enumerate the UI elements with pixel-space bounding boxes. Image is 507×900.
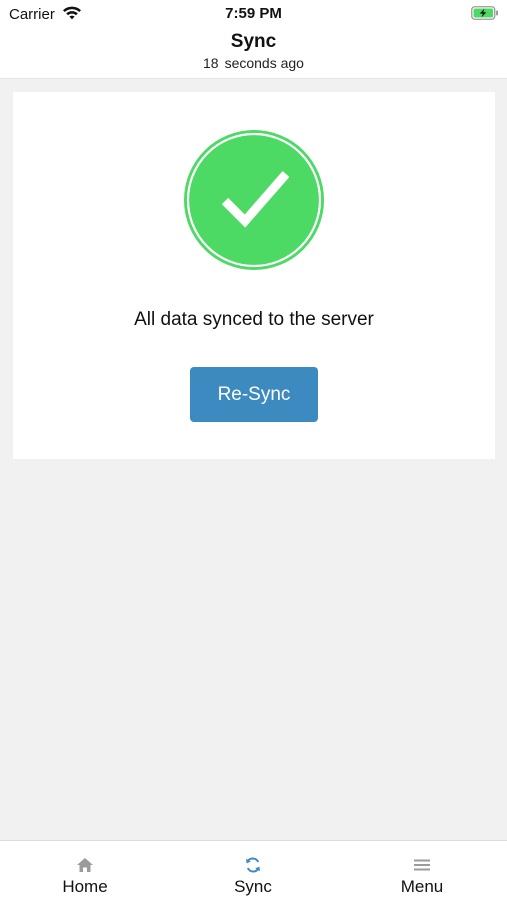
last-sync-seconds: 18 [203,55,219,71]
tab-home-label: Home [62,877,108,896]
tab-menu[interactable]: Menu [362,841,482,900]
battery-charging-icon [471,6,499,25]
tab-home[interactable]: Home [25,841,145,900]
tab-sync-label: Sync [234,877,272,896]
sync-status-card: All data synced to the server Re-Sync [13,92,495,459]
page-title: Sync [230,31,277,52]
resync-button[interactable]: Re-Sync [190,367,318,422]
home-icon [76,856,94,874]
last-sync-unit: seconds ago [224,55,304,71]
checkmark-circle-icon [183,129,325,271]
hamburger-menu-icon [413,856,431,874]
sync-screen: Carrier 7:59 PM Sync 18 seconds ago All … [0,0,507,900]
tab-bar: Home Sync Menu [0,840,507,900]
last-sync-subtitle: 18 seconds ago [0,55,507,71]
sync-icon [244,856,262,874]
status-bar: Carrier 7:59 PM [0,0,507,28]
tab-menu-label: Menu [400,877,444,896]
sync-status-message: All data synced to the server [134,309,374,330]
status-time: 7:59 PM [225,5,282,22]
nav-header: Sync 18 seconds ago [0,28,507,79]
tab-sync[interactable]: Sync [193,841,313,900]
